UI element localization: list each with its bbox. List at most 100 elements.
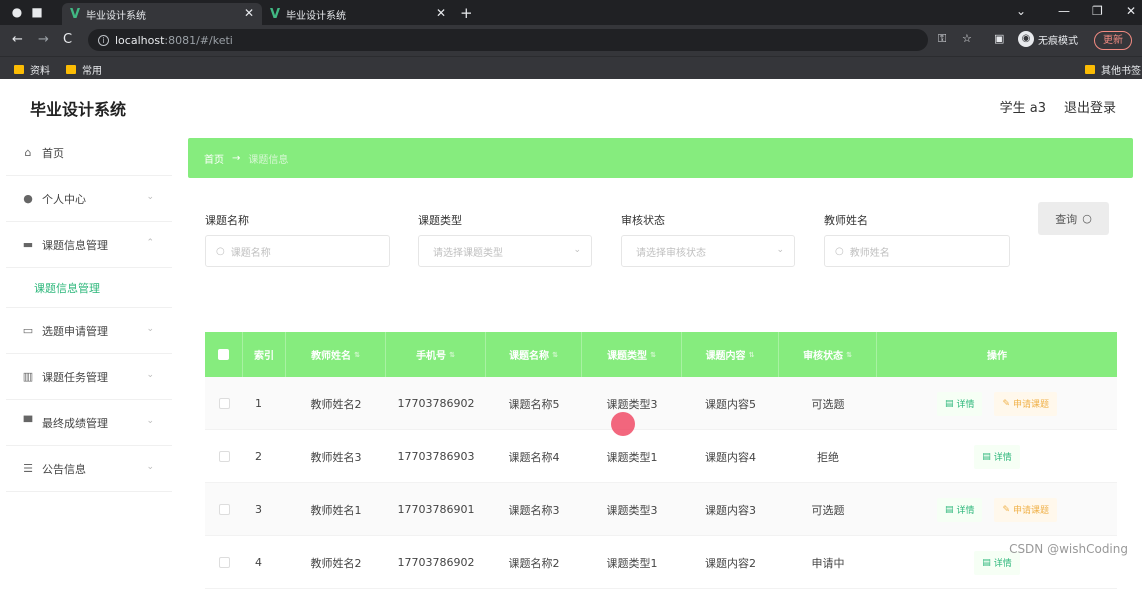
sort-icon[interactable]: ⇅: [846, 351, 852, 359]
column-header-index[interactable]: 索引: [243, 332, 286, 377]
sidebar-item-label: 个人中心: [42, 192, 86, 206]
bookmark-label: 常用: [82, 66, 102, 77]
chevron-down-icon: ⌄: [146, 416, 154, 426]
bookmark-item[interactable]: 常用: [66, 62, 102, 77]
sort-icon[interactable]: ⇅: [650, 351, 656, 359]
sidebar-item-personal[interactable]: ● 个人中心 ⌄: [6, 176, 172, 222]
review-status-select[interactable]: 请选择审核状态 ⌄: [621, 235, 795, 267]
column-header-topic-content[interactable]: 课题内容 ⇅: [682, 332, 779, 377]
column-header-topic-name[interactable]: 课题名称 ⇅: [486, 332, 582, 377]
cell-phone: 17703786902: [397, 397, 475, 410]
browser-tab-1[interactable]: V 毕业设计系统 ✕: [62, 3, 262, 25]
apply-topic-button[interactable]: ✎ 申请课题: [994, 497, 1058, 522]
cell-topic-name: 课题名称4: [508, 450, 560, 464]
incognito-indicator[interactable]: ◉ 无痕模式: [1018, 31, 1078, 47]
cell-teacher: 教师姓名1: [310, 503, 362, 517]
minimize-icon[interactable]: —: [1058, 4, 1070, 18]
tab-search-icon[interactable]: ■: [30, 5, 44, 19]
detail-button[interactable]: ▤ 详情: [936, 497, 983, 522]
row-checkbox[interactable]: [218, 451, 230, 462]
sidebar-toggle-icon[interactable]: ▣: [994, 32, 1004, 45]
browser-nav-bar: ← → C i localhost :8081/#/keti ⚿ ☆ ▣ ◉ 无…: [0, 25, 1142, 56]
other-bookmarks[interactable]: 其他书签: [1085, 62, 1141, 77]
cell-topic-content: 课题内容4: [705, 450, 756, 464]
sidebar-item-home[interactable]: ⌂ 首页: [6, 130, 172, 176]
key-icon[interactable]: ⚿: [938, 32, 946, 46]
cell-topic-content: 课题内容2: [705, 556, 756, 570]
sidebar-item-label: 公告信息: [42, 462, 86, 476]
table-row[interactable]: 3 教师姓名1 17703786901 课题名称3 课题类型3 课题内容3 可选…: [205, 483, 1117, 536]
window-close-icon[interactable]: ✕: [1126, 4, 1136, 18]
column-header-topic-type[interactable]: 课题类型 ⇅: [582, 332, 682, 377]
teacher-name-input[interactable]: ○ 教师姓名: [824, 235, 1010, 267]
sidebar-item-notice[interactable]: ☰ 公告信息 ⌄: [6, 446, 172, 492]
reload-icon[interactable]: C: [63, 33, 72, 47]
apply-topic-button[interactable]: ✎ 申请课题: [994, 391, 1058, 416]
row-checkbox[interactable]: [218, 557, 230, 568]
sidebar-item-task[interactable]: ▥ 课题任务管理 ⌄: [6, 354, 172, 400]
column-header-teacher[interactable]: 教师姓名 ⇅: [286, 332, 386, 377]
sidebar-subitem-topic-info[interactable]: 课题信息管理: [6, 268, 172, 308]
search-icon: ○: [835, 245, 844, 257]
sort-icon[interactable]: ⇅: [749, 351, 755, 359]
sidebar-item-selection-apply[interactable]: ▭ 选题申请管理 ⌄: [6, 308, 172, 354]
breadcrumb-home[interactable]: 首页: [204, 151, 224, 166]
cell-actions: ▤ 详情: [877, 430, 1117, 483]
row-checkbox[interactable]: [218, 504, 230, 515]
star-icon[interactable]: ☆: [962, 32, 972, 45]
edit-icon: ✎: [1002, 398, 1011, 409]
arrow-right-icon: →: [232, 152, 241, 164]
info-icon[interactable]: i: [98, 34, 109, 46]
cell-topic-name: 课题名称3: [508, 503, 560, 517]
row-checkbox[interactable]: [218, 398, 230, 409]
address-bar[interactable]: i localhost :8081/#/keti: [88, 29, 928, 51]
sort-icon[interactable]: ⇅: [552, 351, 558, 359]
table-row[interactable]: 2 教师姓名3 17703786903 课题名称4 课题类型1 课题内容4 拒绝…: [205, 430, 1117, 483]
detail-button[interactable]: ▤ 详情: [936, 391, 983, 416]
cell-phone: 17703786901: [397, 503, 475, 516]
topic-name-input[interactable]: ○ 课题名称: [205, 235, 390, 267]
document-icon: ▤: [944, 398, 954, 409]
topic-table: 索引 教师姓名 ⇅ 手机号 ⇅ 课题名称 ⇅ 课题类型 ⇅ 课题内容 ⇅ 审核状态 ⇅ 操作…: [205, 332, 1117, 589]
back-icon[interactable]: ←: [12, 33, 23, 47]
update-button[interactable]: 更新: [1094, 31, 1132, 50]
bookmark-label: 资料: [30, 66, 50, 77]
chevron-down-icon[interactable]: ⌄: [1016, 4, 1026, 18]
breadcrumb: 首页 → 课题信息: [188, 138, 1133, 178]
close-icon[interactable]: ✕: [244, 6, 254, 20]
topic-type-select[interactable]: 请选择课题类型 ⌄: [418, 235, 592, 267]
column-header-label: 手机号: [416, 351, 447, 362]
user-area: 学生 a3 退出登录: [1000, 97, 1116, 116]
app-title: 毕业设计系统: [30, 100, 127, 119]
detail-button[interactable]: ▤ 详情: [974, 444, 1020, 469]
logout-link[interactable]: 退出登录: [1064, 97, 1116, 116]
filter-label-teacher-name: 教师姓名: [824, 214, 868, 227]
forward-icon[interactable]: →: [38, 33, 49, 47]
new-tab-icon[interactable]: +: [460, 4, 473, 22]
column-header-label: 操作: [987, 351, 1007, 362]
column-header-phone[interactable]: 手机号 ⇅: [386, 332, 486, 377]
row-checkbox-cell: [205, 536, 243, 589]
bookmark-item[interactable]: 资料: [14, 62, 50, 77]
select-all-checkbox[interactable]: [218, 349, 229, 360]
browser-menu-icon[interactable]: ●: [10, 5, 24, 19]
table-row[interactable]: 1 教师姓名2 17703786902 课题名称5 课题类型3 课题内容5 可选…: [205, 377, 1117, 430]
cell-index: 2: [255, 450, 262, 463]
sidebar-item-final-grade[interactable]: ▀ 最终成绩管理 ⌄: [6, 400, 172, 446]
select-placeholder: 请选择课题类型: [433, 247, 503, 259]
query-button[interactable]: 查询 ○: [1038, 202, 1109, 235]
sort-icon[interactable]: ⇅: [449, 351, 455, 359]
close-icon[interactable]: ✕: [436, 6, 446, 20]
chevron-down-icon: ⌄: [573, 245, 581, 255]
column-header-label: 审核状态: [803, 351, 844, 362]
browser-tab-2[interactable]: V 毕业设计系统 ✕: [262, 3, 454, 25]
cell-teacher: 教师姓名2: [310, 556, 362, 570]
sidebar-item-topic-info[interactable]: ▬ 课题信息管理 ⌃: [6, 222, 172, 268]
cell-teacher: 教师姓名3: [310, 450, 362, 464]
select-placeholder: 请选择审核状态: [636, 247, 706, 259]
column-header-status[interactable]: 审核状态 ⇅: [779, 332, 877, 377]
restore-icon[interactable]: ❐: [1092, 4, 1103, 18]
table-row[interactable]: 4 教师姓名2 17703786902 课题名称2 课题类型1 课题内容2 申请…: [205, 536, 1117, 589]
sort-icon[interactable]: ⇅: [354, 351, 360, 359]
column-header-label: 课题名称: [509, 351, 550, 362]
